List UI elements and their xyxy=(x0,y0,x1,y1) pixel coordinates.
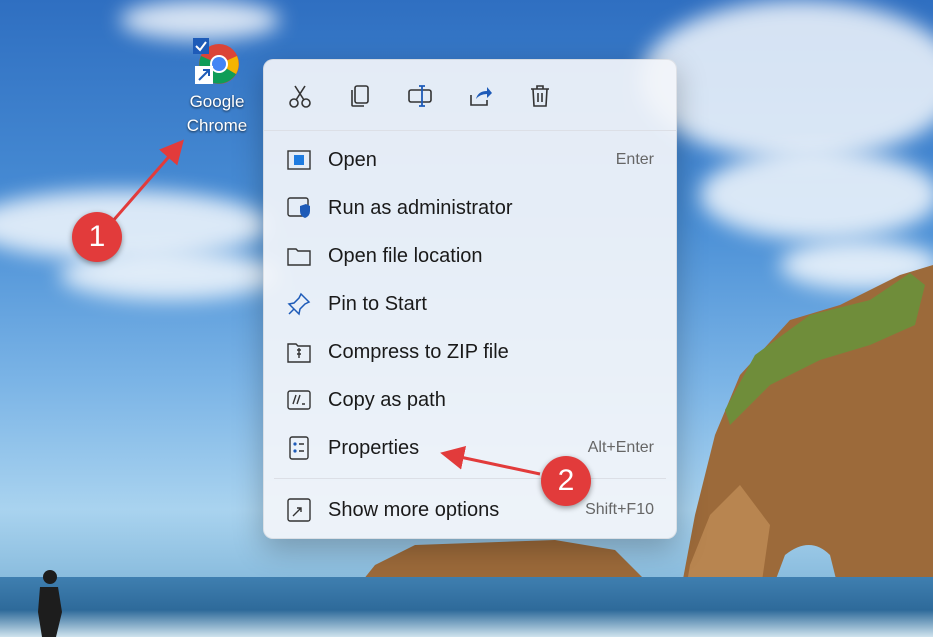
menu-item-label: Copy as path xyxy=(328,388,446,411)
delete-button[interactable] xyxy=(524,80,556,112)
menu-item-label: Run as administrator xyxy=(328,196,513,219)
menu-item-open[interactable]: Open Enter xyxy=(274,138,666,182)
cloud xyxy=(0,190,270,260)
menu-item-label: Open file location xyxy=(328,244,483,267)
path-icon xyxy=(286,387,312,413)
folder-icon xyxy=(286,243,312,269)
rename-button[interactable] xyxy=(404,80,436,112)
open-icon xyxy=(286,147,312,173)
context-menu-toolbar xyxy=(264,60,676,131)
pin-icon xyxy=(286,291,312,317)
properties-icon xyxy=(286,435,312,461)
menu-item-label: Open xyxy=(328,148,377,171)
rename-icon xyxy=(408,85,432,107)
chrome-icon xyxy=(193,38,241,86)
cloud xyxy=(640,0,933,160)
menu-item-shortcut: Alt+Enter xyxy=(587,439,654,456)
zip-icon xyxy=(286,339,312,365)
cloud xyxy=(120,0,280,40)
copy-icon xyxy=(351,85,369,107)
delete-icon xyxy=(531,85,549,107)
person-silhouette xyxy=(38,570,62,637)
desktop-shortcut-chrome[interactable]: Google Chrome xyxy=(176,38,258,138)
menu-item-properties[interactable]: Properties Alt+Enter xyxy=(274,426,666,470)
annotation-badge-1: 1 xyxy=(72,212,122,262)
cut-button[interactable] xyxy=(284,80,316,112)
menu-item-compress-to-zip[interactable]: Compress to ZIP file xyxy=(274,330,666,374)
share-button[interactable] xyxy=(464,80,496,112)
share-icon xyxy=(470,87,492,106)
more-options-icon xyxy=(286,497,312,523)
menu-item-show-more-options[interactable]: Show more options Shift+F10 xyxy=(274,488,666,532)
rock-arch xyxy=(680,265,933,595)
menu-item-shortcut: Shift+F10 xyxy=(585,501,654,518)
shield-icon xyxy=(286,195,312,221)
menu-item-pin-to-start[interactable]: Pin to Start xyxy=(274,282,666,326)
shortcut-label: Google Chrome xyxy=(186,92,248,135)
menu-item-copy-as-path[interactable]: Copy as path xyxy=(274,378,666,422)
sea xyxy=(0,577,933,637)
menu-item-label: Properties xyxy=(328,436,420,459)
menu-item-label: Pin to Start xyxy=(328,292,427,315)
cut-icon xyxy=(289,85,311,108)
copy-button[interactable] xyxy=(344,80,376,112)
menu-separator xyxy=(274,478,666,479)
menu-item-label: Compress to ZIP file xyxy=(328,340,509,363)
menu-item-run-as-administrator[interactable]: Run as administrator xyxy=(274,186,666,230)
menu-item-open-file-location[interactable]: Open file location xyxy=(274,234,666,278)
cloud xyxy=(700,150,933,240)
annotation-badge-2: 2 xyxy=(541,456,591,506)
menu-item-shortcut: Enter xyxy=(615,151,654,168)
menu-item-label: Show more options xyxy=(328,498,500,521)
context-menu: Open Enter Run as administrator Open fil… xyxy=(263,59,677,539)
